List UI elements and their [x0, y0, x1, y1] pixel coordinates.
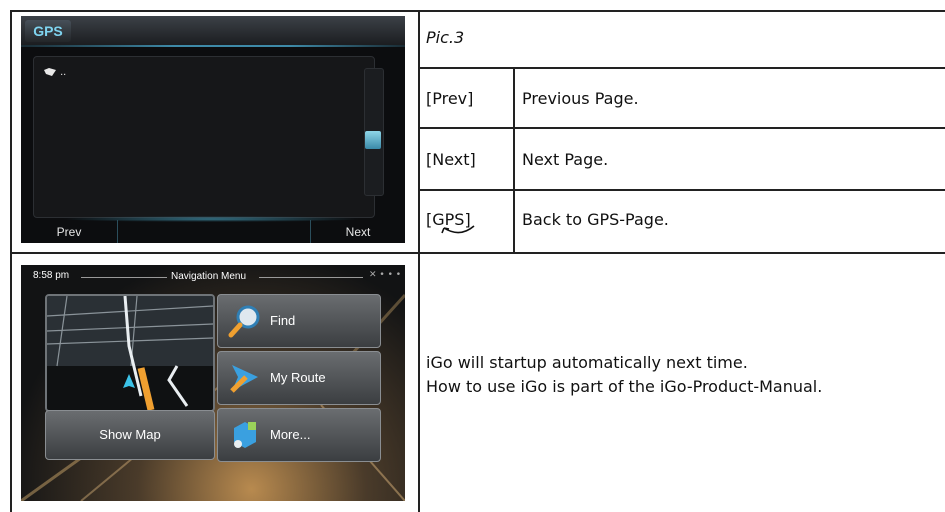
- prev-key-label: [Prev]: [426, 89, 474, 108]
- prev-button[interactable]: Prev: [21, 221, 117, 243]
- show-map-button[interactable]: Show Map: [45, 410, 215, 460]
- my-route-label: My Route: [270, 370, 326, 385]
- scrollbar-thumb[interactable]: [365, 131, 381, 149]
- next-key-label: [Next]: [426, 150, 476, 169]
- gps-description: Back to GPS-Page.: [522, 210, 669, 229]
- button-separator: [117, 220, 118, 243]
- map-roads: [47, 296, 213, 410]
- folder-up-icon: [44, 68, 56, 77]
- prev-description: Previous Page.: [522, 89, 639, 108]
- status-icons: ✕ • • •: [369, 270, 402, 280]
- igo-text-line-1: iGo will startup automatically next time…: [426, 353, 748, 372]
- title-rule: [259, 277, 363, 278]
- navigation-menu-screenshot: 8:58 pm Navigation Menu ✕ • • • Show Map…: [21, 265, 405, 501]
- navigation-menu-title: Navigation Menu: [171, 271, 247, 282]
- list-item-parent[interactable]: ..: [43, 66, 66, 78]
- igo-text-line-2: How to use iGo is part of the iGo-Produc…: [426, 377, 823, 396]
- table-divider: [513, 67, 515, 253]
- table-divider: [418, 189, 945, 191]
- list-item-label: ..: [60, 66, 67, 78]
- gps-screenshot: GPS .. Prev Next: [21, 16, 405, 243]
- file-list-pane: [33, 56, 375, 218]
- more-label: More...: [270, 427, 311, 442]
- gps-top-bar: [21, 16, 405, 46]
- gps-top-bar-line: [21, 45, 405, 47]
- return-arrow-icon: [441, 225, 475, 234]
- clock-time: 8:58 pm: [33, 270, 70, 281]
- pic-label: Pic.3: [426, 28, 465, 47]
- table-divider: [10, 252, 945, 254]
- route-arrow-icon: [230, 365, 258, 393]
- my-route-button[interactable]: My Route: [217, 351, 381, 405]
- gps-tab-button[interactable]: GPS: [25, 20, 71, 42]
- find-button[interactable]: Find: [217, 294, 381, 348]
- map-preview[interactable]: [45, 294, 215, 412]
- find-label: Find: [270, 313, 296, 328]
- more-button[interactable]: More...: [217, 408, 381, 462]
- table-divider: [418, 10, 420, 512]
- magnifier-icon: [228, 305, 260, 338]
- more-icon: [234, 422, 256, 448]
- title-rule: [81, 277, 167, 278]
- next-description: Next Page.: [522, 150, 609, 169]
- next-button[interactable]: Next: [311, 221, 405, 243]
- table-divider: [418, 67, 945, 69]
- table-divider: [418, 127, 945, 129]
